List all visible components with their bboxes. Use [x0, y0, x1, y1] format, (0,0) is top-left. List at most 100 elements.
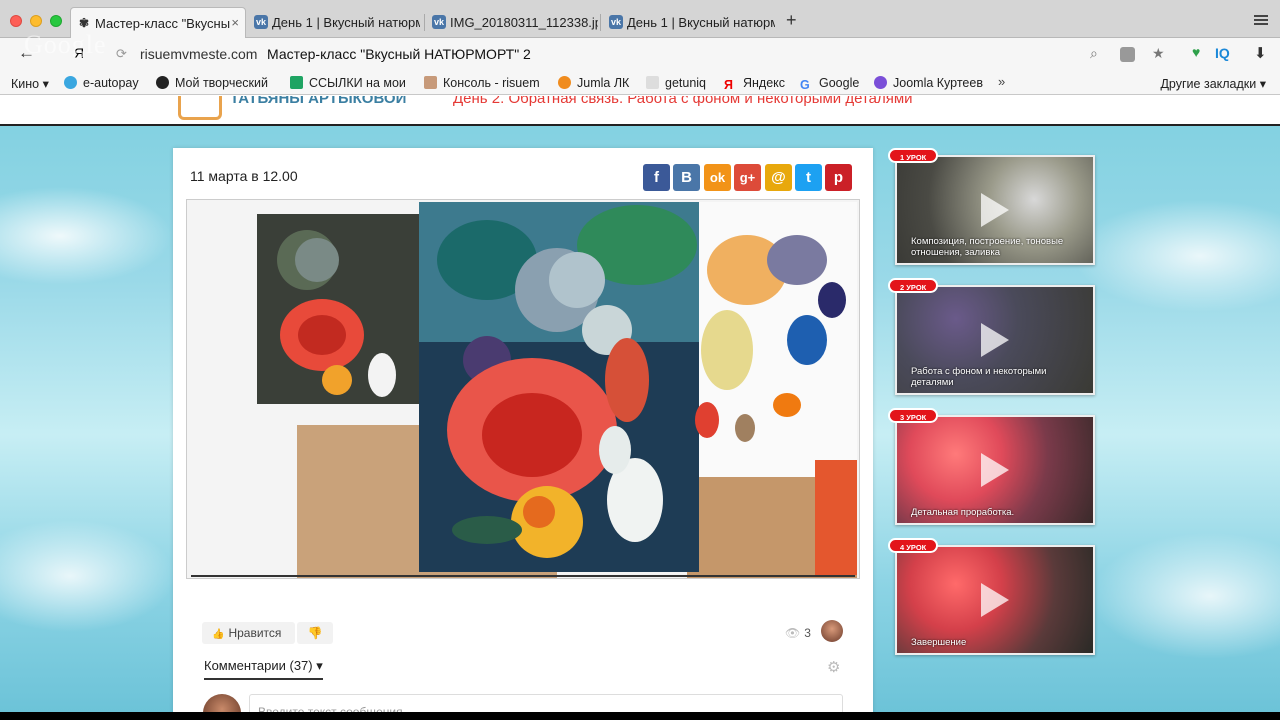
toolbar: ← Я ⟳ risuemvmeste.com Мастер-класс "Вку…	[0, 38, 1280, 71]
post-card: 11 марта в 12.00 f В ok g+ @ t p 👍 Нрави…	[173, 148, 873, 712]
tab-day-1-second[interactable]: vk День 1 | Вкусный натюрм	[603, 7, 775, 38]
globe-icon	[64, 76, 77, 89]
share-facebook-button[interactable]: f	[643, 164, 670, 191]
vkontakte-icon: В	[681, 169, 692, 186]
reload-icon[interactable]: ⟳	[116, 46, 127, 62]
vk-icon: vk	[609, 15, 623, 29]
search-icon[interactable]: ⌕	[1090, 45, 1098, 62]
day-title: День 2. Обратная связь. Работа с фоном и…	[453, 96, 913, 107]
site-header: ТАТЬЯНЫ АРТЫКОВОЙ День 2. Обратная связь…	[0, 96, 1280, 126]
lesson-card-2[interactable]: Работа с фоном и некоторыми деталями	[895, 285, 1095, 395]
lesson-caption: Композиция, построение, тоновые отношени…	[911, 236, 1064, 258]
tab-strip: ✾ Мастер-класс "Вкусны × vk День 1 | Вку…	[0, 0, 1280, 38]
lesson-card-3[interactable]: Детальная проработка.	[895, 415, 1095, 525]
like-label: Нравится	[228, 626, 282, 640]
tab-label: День 1 | Вкусный натюрм	[272, 15, 420, 30]
share-mail-button[interactable]: @	[765, 164, 792, 191]
share-odnoklassniki-button[interactable]: ok	[704, 164, 731, 191]
bookmark-joomla-kurteev[interactable]: Joomla Куртеев	[874, 76, 983, 90]
tab-separator	[600, 14, 601, 31]
tab-img[interactable]: vk IMG_20180311_112338.jp	[426, 7, 598, 38]
mail-icon: @	[771, 169, 786, 186]
bookmark-e-autopay[interactable]: e-autopay	[64, 76, 139, 90]
url-domain[interactable]: risuemvmeste.com	[140, 46, 257, 62]
like-button[interactable]: 👍 Нравится	[202, 622, 296, 644]
bookmark-label: Кино ▾	[11, 77, 49, 91]
sheets-icon	[290, 76, 303, 89]
menu-icon[interactable]	[1254, 15, 1268, 25]
share-twitter-button[interactable]: t	[795, 164, 822, 191]
share-google-plus-button[interactable]: g+	[734, 164, 761, 191]
download-icon[interactable]: ⬇	[1254, 44, 1267, 62]
bookmark-label: ССЫЛКИ на мои	[309, 76, 406, 90]
iq-extension-icon[interactable]: IQ	[1215, 45, 1230, 61]
post-date: 11 марта в 12.00	[190, 168, 298, 184]
google-watermark: Google	[24, 30, 107, 59]
bookmark-label: e-autopay	[83, 76, 139, 90]
thumbs-up-icon: 👍	[212, 629, 225, 640]
easel-logo-icon[interactable]	[178, 96, 222, 120]
bookmark-jumla[interactable]: Jumla ЛК	[558, 76, 629, 90]
bookmark-google[interactable]: G Google	[800, 76, 860, 92]
bookmark-moy-tvorcheskiy[interactable]: Мой творческий	[156, 76, 268, 90]
comments-tab[interactable]: Комментарии (37) ▾	[204, 658, 323, 680]
close-tab-icon[interactable]: ×	[231, 15, 239, 30]
bookmark-ssylki[interactable]: ССЫЛКИ на мои	[290, 76, 406, 90]
vk-icon: vk	[432, 15, 446, 29]
page-content: ТАТЬЯНЫ АРТЫКОВОЙ День 2. Обратная связь…	[0, 96, 1280, 712]
lesson-badge: 2 УРОК	[888, 278, 939, 293]
pinterest-icon: p	[833, 169, 844, 186]
yandex-icon: Я	[724, 78, 733, 92]
comment-input[interactable]: Введите текст сообщения	[249, 694, 843, 712]
dislike-button[interactable]: 👎	[297, 622, 333, 644]
extension-green-icon[interactable]: ♥	[1192, 44, 1200, 60]
lesson-card-1[interactable]: Композиция, построение, тоновые отношени…	[895, 155, 1095, 265]
lesson-caption: Детальная проработка.	[911, 507, 1015, 518]
gear-icon[interactable]: ⚙	[827, 658, 840, 676]
new-tab-button[interactable]: +	[786, 10, 797, 31]
browser-window: ✾ Мастер-класс "Вкусны × vk День 1 | Вку…	[0, 0, 1280, 712]
thumbs-down-icon: 👎	[307, 626, 323, 640]
eye-icon: 👁	[785, 626, 801, 640]
close-window-button[interactable]	[10, 15, 22, 27]
lesson-caption: Завершение	[911, 637, 967, 648]
lesson-badge: 1 УРОК	[888, 148, 939, 163]
bookmark-label: Google	[819, 76, 860, 90]
maximize-window-button[interactable]	[50, 15, 62, 27]
tab-label: IMG_20180311_112338.jp	[450, 15, 598, 30]
bookmark-yandex[interactable]: Я Яндекс	[724, 76, 785, 92]
bookmark-label: Консоль - risuem	[443, 76, 540, 90]
tab-label: День 1 | Вкусный натюрм	[627, 15, 775, 30]
url-page-title[interactable]: Мастер-класс "Вкусный НАТЮРМОРТ" 2	[267, 46, 531, 62]
viewer-avatar[interactable]	[821, 620, 843, 642]
other-bookmarks-button[interactable]: Другие закладки ▾	[1160, 76, 1266, 91]
share-pinterest-button[interactable]: p	[825, 164, 852, 191]
bookmark-label: Joomla Куртеев	[893, 76, 983, 90]
bookmark-label: Мой творческий	[175, 76, 268, 90]
google-plus-icon: g+	[739, 170, 756, 185]
bookmarks-bar: Кино ▾ e-autopay Мой творческий ССЫЛКИ н…	[0, 71, 1280, 95]
joomla-icon	[874, 76, 887, 89]
play-icon	[981, 453, 1009, 487]
video-player[interactable]	[186, 199, 860, 579]
site-logo-text[interactable]: ТАТЬЯНЫ АРТЫКОВОЙ	[230, 96, 406, 107]
bookmark-label: getuniq	[665, 76, 707, 90]
bookmark-kino[interactable]: Кино ▾	[11, 76, 49, 91]
star-icon[interactable]: ★	[1152, 45, 1165, 62]
play-icon	[981, 583, 1009, 617]
extension-icon[interactable]	[1120, 47, 1135, 62]
tab-label: Мастер-класс "Вкусны	[95, 16, 231, 31]
bookmark-konsol[interactable]: Консоль - risuem	[424, 76, 540, 90]
share-vkontakte-button[interactable]: В	[673, 164, 700, 191]
video-progress-bar[interactable]	[191, 575, 855, 577]
getuniq-icon	[646, 76, 659, 89]
lesson-card-4[interactable]: Завершение	[895, 545, 1095, 655]
bookmark-getuniq[interactable]: getuniq	[646, 76, 706, 90]
bookmarks-more-button[interactable]: »	[998, 74, 1005, 89]
tab-day-1[interactable]: vk День 1 | Вкусный натюрм	[248, 7, 420, 38]
bottom-border	[0, 712, 1280, 720]
minimize-window-button[interactable]	[30, 15, 42, 27]
vk-icon: vk	[254, 15, 268, 29]
views-count: 3	[804, 626, 811, 640]
odnoklassniki-icon: ok	[709, 170, 726, 185]
